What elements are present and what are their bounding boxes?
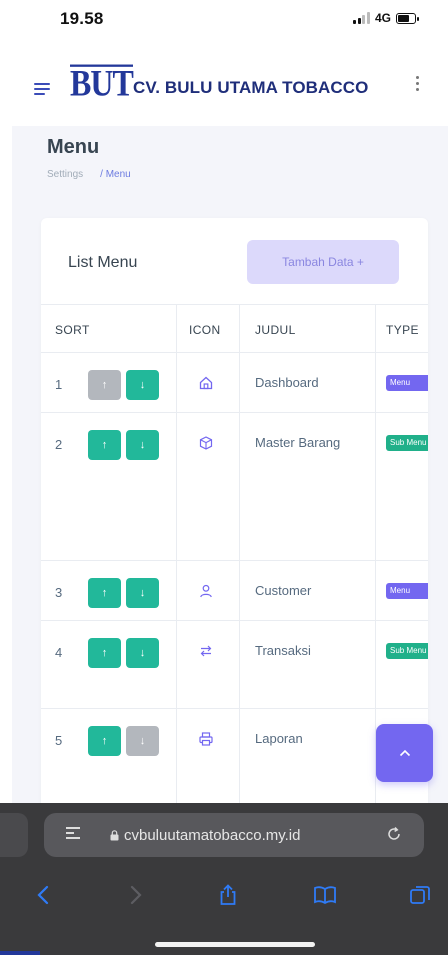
type-badge: Sub Menu [386, 643, 428, 659]
back-icon[interactable] [32, 883, 56, 907]
breadcrumb: Settings / Menu [47, 169, 131, 180]
table-row: 4 ↑ ↓ Transaksi Sub Menu [41, 620, 428, 708]
menu-title: Laporan [255, 731, 303, 746]
brand-name: CV. BULU UTAMA TOBACCO [133, 78, 369, 97]
main-content: Menu Settings / Menu List Menu Tambah Dat… [0, 126, 448, 818]
browser-chrome: cvbuluutamatobacco.my.id [0, 803, 448, 955]
tabs-icon[interactable] [408, 883, 432, 907]
forward-icon[interactable] [123, 883, 147, 907]
user-icon [200, 584, 212, 598]
sort-down-button[interactable]: ↓ [126, 370, 159, 400]
table-header: SORT ICON JUDUL TYPE [41, 304, 428, 352]
card-title: List Menu [68, 254, 138, 271]
column-header-judul: JUDUL [255, 323, 296, 337]
chevron-up-icon [399, 749, 410, 757]
table-row: 1 ↑ ↓ Dashboard Menu [41, 352, 428, 412]
sort-down-button[interactable]: ↓ [126, 638, 159, 668]
previous-tab[interactable] [0, 813, 28, 857]
transfer-icon [200, 645, 212, 657]
app-navbar: BUT CV. BULU UTAMA TOBACCO [0, 42, 448, 126]
reload-icon[interactable] [386, 826, 402, 842]
sort-up-button[interactable]: ↑ [88, 370, 121, 400]
lock-icon [110, 830, 119, 841]
table-row: 2 ↑ ↓ Master Barang Sub Menu [41, 412, 428, 560]
list-menu-card: List Menu Tambah Data + SORT ICON JUDUL … [41, 218, 428, 818]
network-type: 4G [374, 11, 391, 25]
browser-toolbar [0, 867, 448, 925]
column-header-icon: ICON [189, 323, 221, 337]
home-indicator [155, 942, 315, 947]
sort-up-button[interactable]: ↑ [88, 578, 121, 608]
menu-title: Master Barang [255, 435, 341, 450]
box-icon [199, 436, 213, 450]
signal-icon [353, 12, 370, 24]
status-bar: 19.58 4G [0, 0, 448, 42]
hamburger-menu-icon[interactable] [34, 83, 50, 98]
sort-down-button[interactable]: ↓ [126, 726, 159, 756]
add-data-button[interactable]: Tambah Data + [247, 240, 399, 284]
printer-icon [199, 732, 213, 746]
sort-up-button[interactable]: ↑ [88, 430, 121, 460]
sort-down-button[interactable]: ↓ [126, 430, 159, 460]
share-icon[interactable] [216, 883, 240, 907]
url-text: cvbuluutamatobacco.my.id [124, 827, 301, 844]
column-header-type: TYPE [386, 323, 419, 337]
sort-up-button[interactable]: ↑ [88, 726, 121, 756]
home-icon [199, 376, 213, 390]
battery-icon [396, 12, 419, 24]
more-options-icon[interactable] [416, 76, 420, 94]
menu-title: Dashboard [255, 375, 319, 390]
type-badge: Sub Menu [386, 435, 428, 451]
breadcrumb-menu: / Menu [100, 169, 131, 180]
brand-logo: BUT [70, 62, 134, 104]
page-title: Menu [47, 136, 100, 158]
menu-title: Transaksi [255, 643, 311, 658]
page-menu-icon[interactable] [66, 827, 80, 843]
table-row: 5 ↑ ↓ Laporan [41, 708, 428, 818]
type-badge: Menu [386, 375, 428, 391]
address-bar[interactable]: cvbuluutamatobacco.my.id [44, 813, 424, 857]
column-header-sort: SORT [55, 323, 90, 337]
bookmarks-icon[interactable] [313, 883, 337, 907]
scroll-to-top-button[interactable] [376, 724, 433, 782]
breadcrumb-settings[interactable]: Settings [47, 169, 83, 180]
menu-title: Customer [255, 583, 312, 598]
table-row: 3 ↑ ↓ Customer Menu [41, 560, 428, 620]
sort-up-button[interactable]: ↑ [88, 638, 121, 668]
type-badge: Menu [386, 583, 428, 599]
sort-down-button[interactable]: ↓ [126, 578, 159, 608]
status-time: 19.58 [60, 9, 104, 28]
status-indicators: 4G [353, 11, 419, 25]
